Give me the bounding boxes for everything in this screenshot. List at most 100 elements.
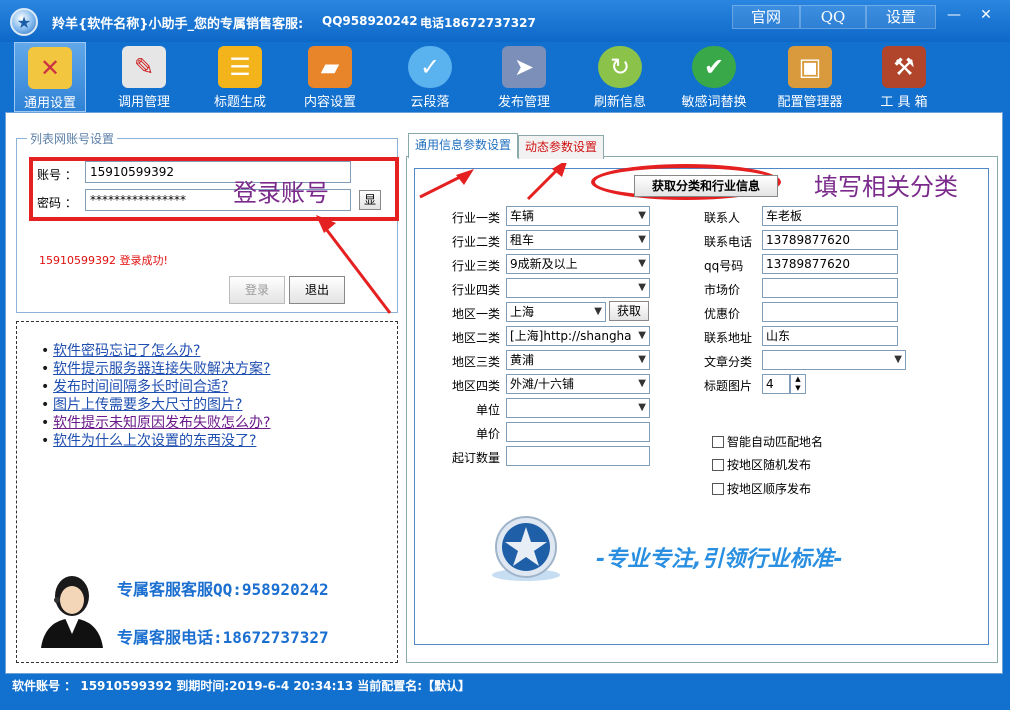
toolbar-cloud-paragraph[interactable]: ✓ 云段落	[394, 42, 466, 112]
field-label: 地区三类	[452, 355, 501, 369]
chevron-down-icon: ▼	[638, 282, 646, 293]
tools-icon: ✕	[28, 47, 72, 89]
group-title: 列表网账号设置	[27, 130, 118, 147]
checkbox-label: 按地区随机发布	[727, 458, 812, 472]
help-link[interactable]: 软件提示服务器连接失败解决方案?	[53, 360, 270, 378]
field-label: 行业四类	[452, 283, 501, 297]
checkbox-label: 智能自动匹配地名	[727, 435, 824, 449]
field-label: 地区四类	[452, 379, 501, 393]
chevron-down-icon: ▼	[594, 306, 602, 317]
login-status: 15910599392 登录成功!	[39, 254, 168, 267]
notepad-icon: ✎	[122, 46, 166, 88]
industry-2-select[interactable]: 租车 ▼	[506, 230, 650, 250]
region-2-select[interactable]: [上海]http://shangha ▼	[506, 326, 650, 346]
toolbar-label: 敏感词替换	[681, 95, 747, 110]
fetch-region-button[interactable]: 获取	[609, 301, 649, 321]
close-button[interactable]: ✕	[970, 5, 1002, 27]
check-shield-icon: ✔	[692, 46, 736, 88]
chevron-down-icon: ▼	[638, 354, 646, 365]
field-label: 市场价	[704, 283, 741, 297]
help-link[interactable]: 图片上传需要多大尺寸的图片?	[53, 396, 270, 414]
fetch-category-button[interactable]: 获取分类和行业信息	[634, 175, 778, 197]
toolbar-label: 标题生成	[213, 95, 266, 110]
toolbar-label: 通用设置	[23, 96, 76, 111]
box-icon: ▣	[788, 46, 832, 88]
field-label: 优惠价	[704, 307, 741, 321]
toolbar-label: 工 具 箱	[880, 95, 928, 110]
region-4-select[interactable]: 外滩/十六铺 ▼	[506, 374, 650, 394]
select-value: [上海]http://shangha	[510, 329, 632, 343]
toolbox-icon: ⚒	[882, 46, 926, 88]
industry-1-select[interactable]: 车辆 ▼	[506, 206, 650, 226]
industry-3-select[interactable]: 9成新及以上 ▼	[506, 254, 650, 274]
toolbar-label: 配置管理器	[777, 95, 843, 110]
customer-service-avatar-icon	[41, 576, 103, 648]
help-link[interactable]: 软件为什么上次设置的东西没了?	[53, 432, 270, 450]
chevron-down-icon: ▼	[638, 234, 646, 245]
tab-general-params[interactable]: 通用信息参数设置	[408, 133, 519, 158]
select-value: 车辆	[510, 209, 535, 223]
checkbox-icon	[712, 459, 724, 471]
title-image-count-input[interactable]: 4	[762, 374, 790, 394]
contact-phone-input[interactable]: 13789877620	[762, 230, 898, 250]
minimize-button[interactable]: —	[938, 5, 970, 27]
chevron-down-icon: ▼	[638, 330, 646, 341]
title-bar: ★ 羚羊{软件名称}小助手_您的专属销售客服: QQ958920242 电话18…	[0, 0, 1010, 42]
discount-price-input[interactable]	[762, 302, 898, 322]
min-order-input[interactable]	[506, 446, 650, 466]
industry-4-select[interactable]: ▼	[506, 278, 650, 298]
unit-select[interactable]: ▼	[506, 398, 650, 418]
login-button[interactable]: 登录	[229, 276, 285, 304]
checkbox-auto-match[interactable]: 智能自动匹配地名	[712, 433, 823, 450]
chevron-down-icon: ▼	[638, 378, 646, 389]
title-phone: 电话18672737327	[420, 16, 536, 30]
brand-star-logo-icon	[492, 516, 560, 581]
toolbar-call-management[interactable]: ✎ 调用管理	[108, 42, 180, 112]
toolbar-publish-management[interactable]: ➤ 发布管理	[488, 42, 560, 112]
main-toolbar: ✕ 通用设置 ✎ 调用管理 ☰ 标题生成 ▰ 内容设置 ✓ 云段落 ➤ 发布管理…	[0, 42, 1010, 112]
field-label: 起订数量	[452, 451, 501, 465]
help-link[interactable]: 软件密码忘记了怎么办?	[53, 342, 270, 360]
field-label: 联系电话	[704, 235, 753, 249]
field-label: 联系人	[704, 211, 741, 225]
toolbar-toolbox[interactable]: ⚒ 工 具 箱	[868, 42, 940, 112]
help-link[interactable]: 发布时间间隔多长时间合适?	[53, 378, 270, 396]
category-annotation: 填写相关分类	[814, 173, 958, 201]
help-link[interactable]: 软件提示未知原因发布失败怎么办?	[53, 414, 270, 432]
spinner-arrows-icon[interactable]: ▲ ▼	[790, 374, 806, 394]
slogan-text: -专业专注,引领行业标准-	[596, 547, 843, 572]
status-bar: 软件账号 ： 15910599392 到期时间:2019-6-4 20:34:1…	[0, 674, 1010, 710]
qq-number-input[interactable]: 13789877620	[762, 254, 898, 274]
toolbar-content-settings[interactable]: ▰ 内容设置	[294, 42, 366, 112]
field-label: 行业三类	[452, 259, 501, 273]
field-label: 文章分类	[704, 355, 753, 369]
main-panel: 列表网账号设置 账号 ： 15910599392 密码 ： **********…	[5, 112, 1003, 674]
official-site-link[interactable]: 官网	[732, 5, 800, 29]
field-label: 行业二类	[452, 235, 501, 249]
unit-price-input[interactable]	[506, 422, 650, 442]
select-value: 外滩/十六铺	[510, 377, 575, 391]
toolbar-sensitive-replace[interactable]: ✔ 敏感词替换	[678, 42, 750, 112]
refresh-icon: ↻	[598, 46, 642, 88]
qq-link[interactable]: QQ	[800, 5, 866, 29]
toolbar-label: 发布管理	[497, 95, 550, 110]
contact-name-input[interactable]: 车老板	[762, 206, 898, 226]
toolbar-title-generate[interactable]: ☰ 标题生成	[204, 42, 276, 112]
select-value: 租车	[510, 233, 535, 247]
settings-link[interactable]: 设置	[866, 5, 936, 29]
region-1-select[interactable]: 上海 ▼	[506, 302, 606, 322]
checkbox-icon	[712, 483, 724, 495]
toolbar-refresh-info[interactable]: ↻ 刷新信息	[584, 42, 656, 112]
contact-address-input[interactable]: 山东	[762, 326, 898, 346]
tab-dynamic-params[interactable]: 动态参数设置	[518, 135, 605, 159]
toolbar-config-manager[interactable]: ▣ 配置管理器	[774, 42, 846, 112]
market-price-input[interactable]	[762, 278, 898, 298]
help-links: 软件密码忘记了怎么办? 软件提示服务器连接失败解决方案? 发布时间间隔多长时间合…	[53, 342, 270, 450]
article-category-select[interactable]: ▼	[762, 350, 906, 370]
field-label: 行业一类	[452, 211, 501, 225]
checkbox-random-region[interactable]: 按地区随机发布	[712, 456, 811, 473]
toolbar-general-settings[interactable]: ✕ 通用设置	[14, 42, 86, 112]
region-3-select[interactable]: 黄浦 ▼	[506, 350, 650, 370]
checkbox-sequential-region[interactable]: 按地区顺序发布	[712, 480, 811, 497]
cs-phone-text: 专属客服电话:18672737327	[117, 628, 329, 647]
